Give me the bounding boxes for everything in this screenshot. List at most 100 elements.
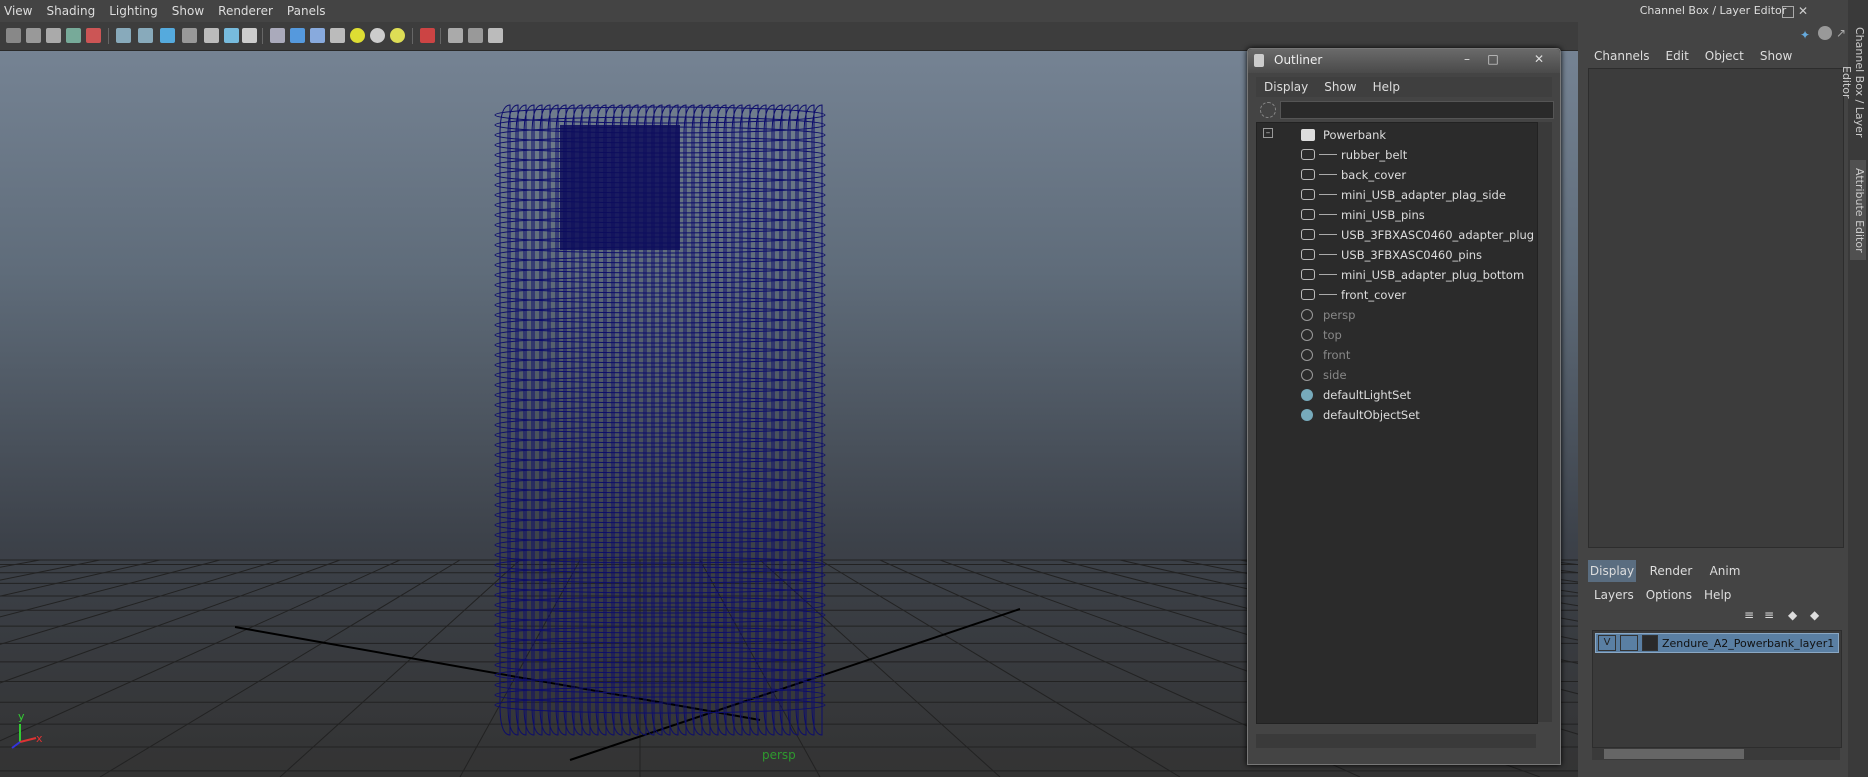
outliner-vertical-scrollbar[interactable]	[1538, 122, 1552, 722]
tab-display[interactable]: Display	[1588, 560, 1636, 582]
outliner-item-label: mini_USB_adapter_plag_side	[1341, 188, 1506, 202]
outliner-item[interactable]: back_cover	[1257, 165, 1535, 185]
layer-attributes-icon[interactable]: ✦	[1800, 28, 1814, 42]
outliner-tree[interactable]: – Powerbank rubber_belt back_cover mini_USB…	[1256, 122, 1538, 724]
layer-name[interactable]: Zendure_A2_Powerbank_layer1	[1662, 637, 1834, 650]
outliner-item[interactable]: USB_3FBXASC0460_pins	[1257, 245, 1535, 265]
textured-icon[interactable]	[330, 28, 345, 43]
outliner-item[interactable]: front	[1257, 345, 1535, 365]
outliner-item[interactable]: side	[1257, 365, 1535, 385]
outliner-item[interactable]: persp	[1257, 305, 1535, 325]
channel-box-panel: Channel Box / Layer Editor ✕ ✦ ↗ Channel…	[1578, 0, 1868, 777]
move-layer-down-icon[interactable]: ≡	[1764, 608, 1778, 622]
mesh-icon	[1301, 269, 1315, 280]
menu-view[interactable]: View	[0, 4, 42, 18]
le-menu-layers[interactable]: Layers	[1588, 588, 1640, 602]
channel-box-area[interactable]	[1588, 68, 1844, 548]
layer-color-swatch[interactable]	[1642, 635, 1658, 651]
maximize-icon[interactable]: □	[1482, 52, 1504, 68]
xray-joints-icon[interactable]	[468, 28, 483, 43]
safe-action-icon[interactable]	[224, 28, 239, 43]
tab-render[interactable]: Render	[1644, 560, 1698, 582]
field-chart-icon[interactable]	[204, 28, 219, 43]
menu-renderer[interactable]: Renderer	[214, 4, 283, 18]
tab-channel-box-layer-editor[interactable]: Channel Box / Layer Editor	[1840, 12, 1866, 152]
resolution-gate-icon[interactable]	[160, 28, 175, 43]
default-lighting-icon[interactable]	[350, 28, 365, 43]
camera-icon	[1301, 369, 1313, 381]
outliner-menu-help[interactable]: Help	[1365, 80, 1408, 94]
cb-menu-show[interactable]: Show	[1752, 49, 1800, 63]
image-plane-icon[interactable]	[66, 28, 81, 43]
outliner-item[interactable]: top	[1257, 325, 1535, 345]
layer-type-toggle[interactable]	[1620, 635, 1638, 651]
outliner-menu-show[interactable]: Show	[1316, 80, 1364, 94]
filter-icon[interactable]	[1260, 102, 1276, 118]
outliner-item[interactable]: defaultLightSet	[1257, 385, 1535, 405]
outliner-item[interactable]: rubber_belt	[1257, 145, 1535, 165]
outliner-item[interactable]: front_cover	[1257, 285, 1535, 305]
cb-menu-channels[interactable]: Channels	[1586, 49, 1658, 63]
shadows-icon[interactable]	[390, 28, 405, 43]
outliner-item-label: Powerbank	[1323, 128, 1387, 142]
outliner-titlebar[interactable]: Outliner – □ ✕	[1248, 49, 1560, 73]
tab-attribute-editor[interactable]: Attribute Editor	[1850, 160, 1866, 260]
outliner-item[interactable]: mini_USB_pins	[1257, 205, 1535, 225]
move-layer-up-icon[interactable]: ≡	[1744, 608, 1758, 622]
menu-shading[interactable]: Shading	[42, 4, 105, 18]
safe-title-icon[interactable]	[242, 28, 257, 43]
close-panel-icon[interactable]: ✕	[1798, 4, 1808, 18]
outliner-title: Outliner	[1274, 53, 1323, 67]
outliner-item-label: defaultLightSet	[1323, 388, 1412, 402]
outliner-item[interactable]: mini_USB_adapter_plag_side	[1257, 185, 1535, 205]
xray-icon[interactable]	[448, 28, 463, 43]
outliner-horizontal-scrollbar[interactable]	[1256, 734, 1536, 748]
float-panel-icon[interactable]	[1782, 6, 1794, 18]
layer-horizontal-scrollbar[interactable]	[1592, 748, 1840, 760]
le-menu-options[interactable]: Options	[1640, 588, 1698, 602]
cb-menu-edit[interactable]: Edit	[1658, 49, 1697, 63]
2d-pan-zoom-icon[interactable]	[86, 28, 101, 43]
outliner-item[interactable]: USB_3FBXASC0460_adapter_plug	[1257, 225, 1535, 245]
outliner-item[interactable]: mini_USB_adapter_plug_bottom	[1257, 265, 1535, 285]
outliner-item-label: back_cover	[1341, 168, 1407, 182]
le-menu-help[interactable]: Help	[1698, 588, 1737, 602]
outliner-menu-display[interactable]: Display	[1256, 80, 1316, 94]
menu-panels[interactable]: Panels	[283, 4, 336, 18]
tab-anim[interactable]: Anim	[1700, 560, 1750, 582]
smooth-shade-icon[interactable]	[290, 28, 305, 43]
cb-menu-object[interactable]: Object	[1697, 49, 1752, 63]
share-icon[interactable]	[488, 28, 503, 43]
bookmarks-icon[interactable]	[46, 28, 61, 43]
wireframe-on-shaded-icon[interactable]	[310, 28, 325, 43]
layer-editor-tabs: Display Render Anim	[1588, 560, 1842, 582]
layer-list[interactable]: V Zendure_A2_Powerbank_layer1	[1592, 630, 1842, 748]
all-lights-icon[interactable]	[370, 28, 385, 43]
camera-attributes-icon[interactable]	[26, 28, 41, 43]
layer-visibility-toggle[interactable]: V	[1598, 635, 1616, 651]
new-layer-selected-icon[interactable]: ◆	[1810, 608, 1824, 622]
grid-icon[interactable]	[116, 28, 131, 43]
menu-lighting[interactable]: Lighting	[105, 4, 168, 18]
camera-icon	[1301, 309, 1313, 321]
layer-row[interactable]: V Zendure_A2_Powerbank_layer1	[1595, 633, 1839, 653]
pin-icon[interactable]: ↗	[1836, 26, 1846, 40]
wireframe-icon[interactable]	[270, 28, 285, 43]
minimize-icon[interactable]: –	[1456, 52, 1478, 68]
outliner-item-label: rubber_belt	[1341, 148, 1408, 162]
isolate-select-icon[interactable]	[420, 28, 435, 43]
menu-show[interactable]: Show	[168, 4, 214, 18]
channel-box-menubar: Channels Edit Object Show	[1586, 46, 1846, 66]
select-camera-icon[interactable]	[6, 28, 21, 43]
outliner-item[interactable]: Powerbank	[1257, 125, 1535, 145]
close-icon[interactable]: ✕	[1528, 52, 1550, 68]
new-layer-icon[interactable]: ◆	[1788, 608, 1802, 622]
powerbank-wireframe[interactable]	[490, 95, 840, 745]
channel-box-options-icon[interactable]	[1818, 26, 1832, 40]
mesh-icon	[1301, 189, 1315, 200]
gate-mask-icon[interactable]	[182, 28, 197, 43]
set-icon	[1301, 389, 1313, 401]
outliner-item[interactable]: defaultObjectSet	[1257, 405, 1535, 425]
outliner-filter-input[interactable]	[1280, 101, 1554, 119]
film-gate-icon[interactable]	[138, 28, 153, 43]
